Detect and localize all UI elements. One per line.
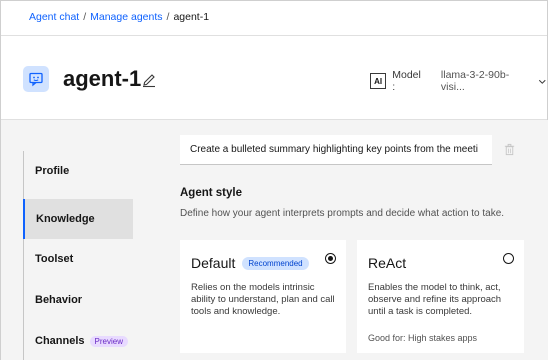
card-title: Default xyxy=(191,255,236,271)
card-description: Relies on the models intrinsic ability t… xyxy=(191,282,335,317)
pencil-icon[interactable] xyxy=(141,72,157,88)
sidebar-item-label: Profile xyxy=(35,165,70,177)
model-label: Model : xyxy=(392,69,421,93)
sidebar-item-channels[interactable]: Channels Preview xyxy=(24,321,134,360)
preview-badge: Preview xyxy=(89,335,128,347)
style-card-default[interactable]: Default Recommended Relies on the models… xyxy=(180,240,346,353)
recommended-badge: Recommended xyxy=(242,256,309,270)
breadcrumb-separator: / xyxy=(83,11,87,23)
breadcrumb-divider xyxy=(1,35,547,36)
breadcrumb: Agent chat / Manage agents / agent-1 xyxy=(29,11,209,23)
page-title: agent-1 xyxy=(63,66,142,91)
sidebar-item-knowledge[interactable]: Knowledge xyxy=(23,199,133,239)
breadcrumb-manage-agents[interactable]: Manage agents xyxy=(90,11,162,23)
sidebar-item-label: Behavior xyxy=(35,294,83,306)
sidebar-item-behavior[interactable]: Behavior xyxy=(24,280,134,320)
trash-icon[interactable] xyxy=(503,143,516,156)
chat-bot-icon xyxy=(29,72,43,87)
sidebar-item-label: Channels xyxy=(35,335,85,347)
radio-button[interactable] xyxy=(503,253,514,264)
app-window: Agent chat / Manage agents / agent-1 age… xyxy=(0,0,548,360)
prompt-input[interactable]: Create a bulleted summary highlighting k… xyxy=(180,135,492,165)
sidebar-item-label: Toolset xyxy=(35,253,74,265)
style-card-react[interactable]: ReAct Enables the model to think, act, o… xyxy=(357,240,524,353)
sidebar-item-toolset[interactable]: Toolset xyxy=(24,239,134,279)
model-selector[interactable]: AI Model : llama-3-2-90b-visi... xyxy=(370,69,547,93)
sidebar-item-profile[interactable]: Profile xyxy=(24,151,134,191)
card-description: Enables the model to think, act, observe… xyxy=(368,282,502,317)
model-value: llama-3-2-90b-visi... xyxy=(440,69,510,93)
chevron-down-icon xyxy=(539,79,547,84)
agent-style-title: Agent style xyxy=(180,187,242,199)
card-title: ReAct xyxy=(368,255,407,271)
agent-style-description: Define how your agent interprets prompts… xyxy=(180,208,505,219)
breadcrumb-agent-chat[interactable]: Agent chat xyxy=(29,11,79,23)
ai-badge-icon: AI xyxy=(370,73,387,89)
breadcrumb-current: agent-1 xyxy=(173,11,210,23)
breadcrumb-separator: / xyxy=(166,11,170,23)
sidebar: Profile Knowledge Toolset Behavior Chann… xyxy=(23,151,133,360)
agent-avatar xyxy=(23,66,49,92)
prompt-text: Create a bulleted summary highlighting k… xyxy=(190,144,478,155)
card-good-for: Good for: High stakes apps xyxy=(368,333,478,343)
sidebar-item-label: Knowledge xyxy=(36,213,95,225)
radio-button-checked[interactable] xyxy=(325,253,336,264)
